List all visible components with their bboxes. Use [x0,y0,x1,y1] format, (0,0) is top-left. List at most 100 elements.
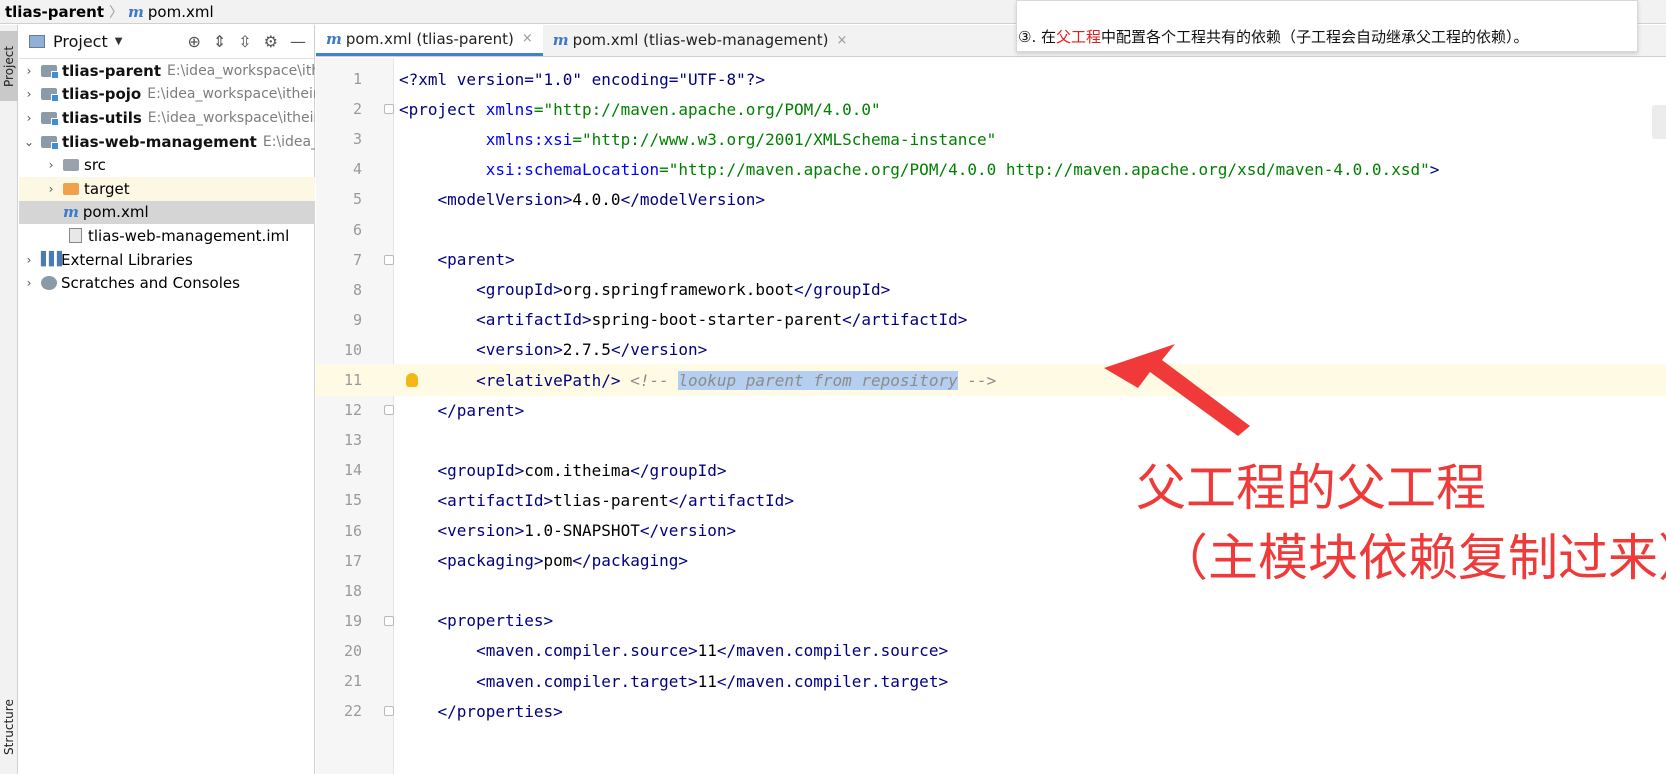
code-line[interactable]: 9 <artifactId>spring-boot-starter-parent… [316,304,1666,336]
code-line[interactable]: 7 <parent> [316,244,1666,276]
fold-marker-icon[interactable] [384,615,394,626]
code-editor[interactable]: 1 <?xml version="1.0" encoding="UTF-8"?> 2… [316,58,1666,774]
code-tag: <artifactId> [476,310,592,330]
line-number: 7 [352,250,362,269]
code-line[interactable]: 11 <relativePath/> <!-- lookup parent fr… [316,364,1666,396]
code-line[interactable]: 1 <?xml version="1.0" encoding="UTF-8"?> [316,63,1666,95]
tree-item-scratches[interactable]: › Scratches and Consoles [19,271,315,295]
excluded-folder-icon [63,182,79,195]
code-tag: </maven.compiler.source> [716,641,949,661]
code-plain: pom [543,551,573,571]
tree-item-label: tlias-web-management [62,132,257,151]
tree-item-tlias-pojo[interactable]: › tlias-pojo E:\idea_workspace\ithein [19,83,315,107]
note-prefix: ③. 在 [1018,28,1056,46]
code-plain: 1.0-SNAPSHOT [524,521,640,540]
tree-item-target[interactable]: › target [19,176,315,201]
fold-marker-icon[interactable] [384,706,394,717]
chevron-right-icon[interactable]: › [21,276,37,290]
maven-file-icon: m [326,29,342,48]
line-number: 17 [343,551,362,570]
collapse-all-icon[interactable]: ⇳ [238,32,251,51]
code-line[interactable]: 2 <project xmlns="http://maven.apache.org… [316,93,1666,125]
code-line[interactable]: 5 <modelVersion>4.0.0</modelVersion> [316,183,1666,215]
tree-item-label: pom.xml [82,203,149,222]
code-line[interactable]: 8 <groupId>org.springframework.boot</gro… [316,274,1666,306]
chevron-right-icon[interactable]: › [43,158,59,172]
tree-item-tlias-parent[interactable]: › tlias-parent E:\idea_workspace\ithe [19,59,315,83]
code-tag: <project [399,99,486,119]
breadcrumb-project[interactable]: tlias-parent [5,3,104,21]
hide-icon[interactable]: — [290,32,306,51]
code-line[interactable]: 19 <properties> [316,605,1666,637]
line-number: 5 [352,190,362,209]
fold-marker-icon[interactable] [384,405,394,416]
fold-marker-icon[interactable] [384,254,394,265]
tree-item-label: target [84,179,130,198]
tree-item-external-libraries[interactable]: › ▌▌▌ External Libraries [19,248,315,272]
code-plain: tlias-parent [553,490,669,510]
code-line[interactable]: 22 </properties> [316,695,1666,727]
chevron-right-icon[interactable]: › [21,87,37,101]
code-line[interactable]: 6 [316,214,1666,246]
code-plain: com.itheima [524,460,631,480]
tree-item-iml[interactable]: tlias-web-management.iml [19,224,315,248]
chevron-right-icon[interactable]: › [43,182,59,196]
code-line[interactable]: 10 <version>2.7.5</version> [316,334,1666,366]
gear-icon[interactable]: ⚙ [264,32,278,51]
right-tool-strip[interactable] [1652,105,1666,139]
project-panel-header: Project ▼ ⊕ ⇕ ⇳ ⚙ — [19,25,314,59]
editor: m pom.xml (tlias-parent) × m pom.xml (tl… [316,24,1666,774]
close-icon[interactable]: × [522,31,533,46]
line-number: 16 [343,521,362,540]
panel-toolbar: ⊕ ⇕ ⇳ ⚙ — [187,32,314,51]
tree-item-pom-xml[interactable]: m pom.xml [19,200,315,225]
chevron-down-icon[interactable]: ▼ [115,36,123,47]
chevron-right-icon[interactable]: › [21,253,37,267]
structure-tool-tab[interactable]: Structure [0,685,18,769]
code-tag: <maven.compiler.target> [476,671,698,691]
tree-item-src[interactable]: › src [19,153,315,177]
code-attribute: xmlns [485,99,534,119]
code-text: <parent> [399,250,515,269]
code-line[interactable]: 4 xsi:schemaLocation="http://maven.apach… [316,153,1666,185]
close-icon[interactable]: × [836,33,847,48]
code-text: <groupId>org.springframework.boot</group… [399,280,890,299]
fold-marker-icon[interactable] [384,104,394,115]
code-plain: org.springframework.boot [562,280,794,300]
project-view-selector[interactable]: Project [53,32,108,51]
code-line[interactable]: 12 </parent> [316,394,1666,426]
code-text: <packaging>pom</packaging> [399,551,688,570]
locate-icon[interactable]: ⊕ [187,32,200,51]
code-line[interactable]: 21 <maven.compiler.target>11</maven.comp… [316,665,1666,697]
expand-all-icon[interactable]: ⇕ [213,32,226,51]
annotation-line-1: 父工程的父工程 [1136,459,1486,517]
module-folder-icon [41,111,59,126]
code-line[interactable]: 20 <maven.compiler.source>11</maven.comp… [316,635,1666,667]
chevron-down-icon[interactable]: ⌄ [21,135,37,149]
breadcrumb-file[interactable]: pom.xml [148,3,214,21]
code-plain: 4.0.0 [572,189,621,209]
tab-pom-tlias-parent[interactable]: m pom.xml (tlias-parent) × [316,24,543,56]
note-highlight: 父工程 [1055,28,1101,46]
tree-item-tlias-utils[interactable]: › tlias-utils E:\idea_workspace\itheim [19,106,315,130]
code-tag: <packaging> [437,551,544,571]
chevron-right-icon[interactable]: › [21,111,37,125]
chevron-right-icon[interactable]: › [21,64,37,78]
code-text: <maven.compiler.target>11</maven.compile… [399,672,948,691]
tree-item-tlias-web-management[interactable]: ⌄ tlias-web-management E:\idea_wo [19,130,315,154]
code-text: <project xmlns="http://maven.apache.org/… [399,100,881,119]
code-tag: </artifactId> [668,490,794,510]
tab-pom-tlias-web-management[interactable]: m pom.xml (tlias-web-management) × [543,24,858,56]
tree-item-label: tlias-parent [62,61,162,80]
tree-item-label: Scratches and Consoles [61,274,240,293]
code-tag: <modelVersion> [437,189,573,209]
code-tag: </version> [610,340,708,360]
code-text: xmlns:xsi="http://www.w3.org/2001/XMLSch… [399,130,997,149]
code-line[interactable]: 3 xmlns:xsi="http://www.w3.org/2001/XMLS… [316,123,1666,155]
line-number: 1 [352,70,362,88]
project-tool-tab[interactable]: Project [0,31,18,101]
